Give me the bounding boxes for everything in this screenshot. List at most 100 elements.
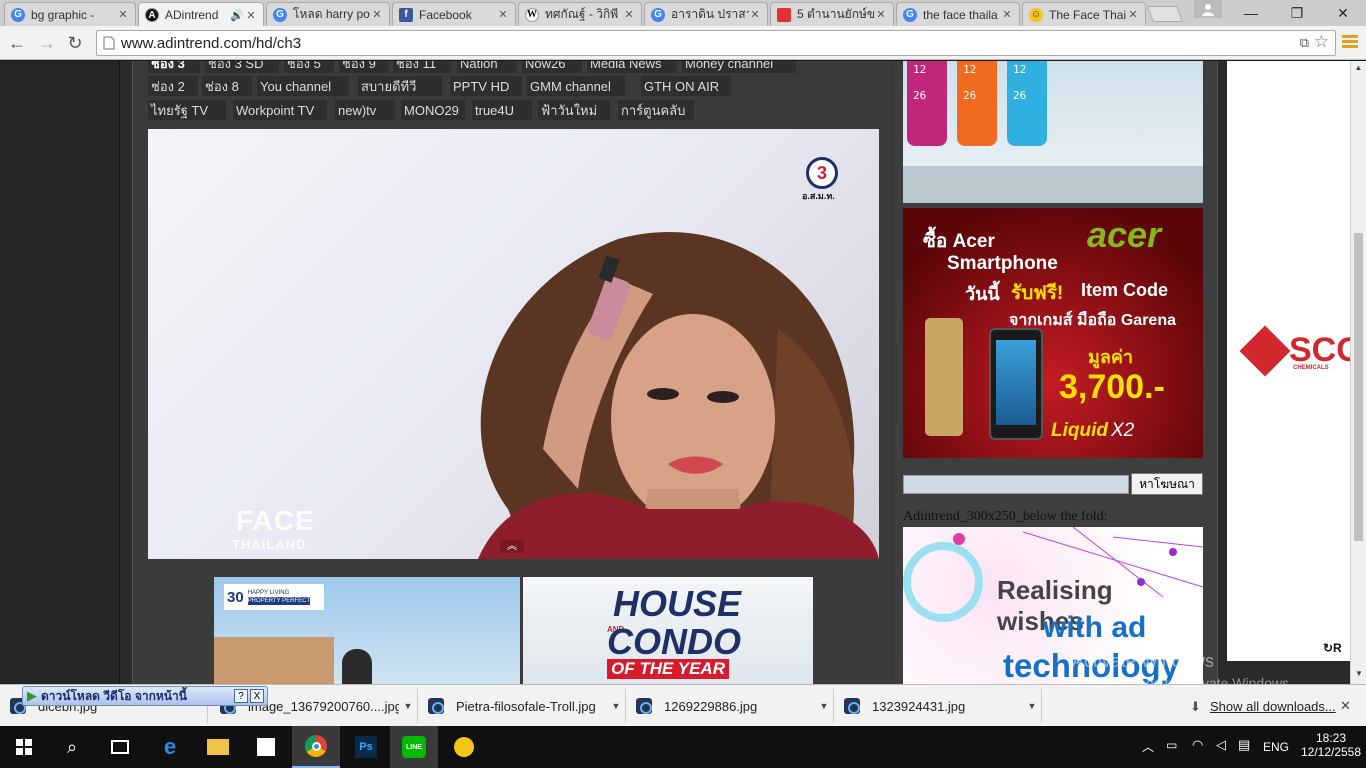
watch-ad[interactable]: 12 26 12 26 12 26 bbox=[903, 61, 1203, 203]
tab-close-icon[interactable]: ✕ bbox=[1001, 8, 1013, 21]
controls-expand-icon[interactable]: ︽ bbox=[500, 540, 524, 553]
start-button[interactable] bbox=[0, 726, 48, 768]
address-bar[interactable]: www.adintrend.com/hd/ch3 ⧉ ☆ bbox=[96, 30, 1336, 56]
download-menu-icon[interactable]: ▼ bbox=[815, 701, 833, 711]
tab-giants[interactable]: 5 ตำนานยักษ์ข ✕ bbox=[770, 2, 894, 26]
channel-money[interactable]: Money channel bbox=[682, 61, 796, 73]
download-menu-icon[interactable]: ▼ bbox=[1023, 701, 1041, 711]
tab-close-icon[interactable]: ✕ bbox=[497, 8, 509, 21]
scg-side-ad[interactable]: SCG CHEMICALS ↻R bbox=[1227, 61, 1350, 661]
play-icon: ▶ bbox=[27, 688, 37, 703]
phone-gold bbox=[925, 318, 963, 436]
tab-aladdin[interactable]: G อาราดิน ปราสา ✕ bbox=[644, 2, 768, 26]
tab-bg-graphic[interactable]: G bg graphic - ✕ bbox=[4, 2, 136, 26]
language-indicator[interactable]: ENG bbox=[1263, 740, 1289, 754]
tab-close-icon[interactable]: ✕ bbox=[371, 8, 383, 21]
channel-ch8[interactable]: ช่อง 8 bbox=[202, 76, 252, 96]
file-explorer-icon[interactable] bbox=[194, 726, 242, 768]
bookmark-star-icon[interactable]: ☆ bbox=[1314, 32, 1329, 52]
scroll-up-icon[interactable]: ▲ bbox=[1351, 63, 1366, 72]
channel-ch3[interactable]: ช่อง 3 bbox=[148, 61, 200, 73]
channel-pptv[interactable]: PPTV HD bbox=[450, 76, 522, 96]
download-video-button[interactable]: ดาวน์โหลด วีดีโอ จากหน้านี้ bbox=[41, 687, 234, 706]
task-view-icon[interactable] bbox=[96, 726, 144, 768]
channel-thairath[interactable]: ไทยรัฐ TV bbox=[148, 100, 226, 120]
ad-refresh-icon[interactable]: ↻R bbox=[1323, 641, 1342, 655]
page-scrollbar[interactable]: ▲ ▼ bbox=[1350, 61, 1366, 684]
notifications-icon[interactable]: ▤ bbox=[1238, 737, 1250, 753]
chick-app-icon[interactable] bbox=[440, 726, 488, 768]
house-condo-banner[interactable]: HOUSE AND CONDO OF THE YEAR bbox=[523, 577, 813, 684]
close-overlay-icon[interactable]: X bbox=[250, 689, 264, 703]
battery-icon[interactable]: ▭ bbox=[1166, 738, 1177, 752]
back-button[interactable]: ← bbox=[6, 32, 28, 54]
ad-search-button[interactable]: หาโฆษณา bbox=[1131, 473, 1203, 495]
translate-icon[interactable]: ⧉ bbox=[1300, 35, 1309, 51]
forward-button[interactable]: → bbox=[36, 32, 58, 54]
download-menu-icon[interactable]: ▼ bbox=[399, 701, 417, 711]
volume-icon[interactable]: ◁ bbox=[1216, 737, 1226, 753]
channel-media-news[interactable]: Media News bbox=[587, 61, 677, 73]
channel-true4u[interactable]: true4U bbox=[472, 100, 532, 120]
tab-close-icon[interactable]: ✕ bbox=[623, 8, 635, 21]
new-tab-button[interactable] bbox=[1147, 6, 1183, 22]
scrollbar-thumb[interactable] bbox=[1354, 233, 1363, 541]
tab-close-icon[interactable]: ✕ bbox=[1127, 8, 1139, 21]
maximize-button[interactable]: ❐ bbox=[1274, 0, 1320, 26]
channel-ch3-sd[interactable]: ช่อง 3 SD bbox=[205, 61, 279, 73]
channel-nation[interactable]: Nation bbox=[457, 61, 517, 73]
ad-search-input[interactable] bbox=[903, 475, 1129, 494]
channel-ch11[interactable]: ช่อง 11 bbox=[393, 61, 451, 73]
video-player[interactable]: 3 อ.ส.ม.ท. FACE THAILAND ︽ bbox=[148, 129, 879, 559]
tab-wikipedia[interactable]: W ทศกัณฐ์ - วิกิพี ✕ bbox=[518, 2, 642, 26]
tab-close-icon[interactable]: ✕ bbox=[875, 8, 887, 21]
download-item-3[interactable]: Pietra-filosofale-Troll.jpg ▼ bbox=[420, 689, 626, 723]
channel-now26[interactable]: Now26 bbox=[522, 61, 582, 73]
channel-you[interactable]: You channel bbox=[257, 76, 349, 96]
reload-icon: ↻ bbox=[67, 32, 83, 53]
reload-button[interactable]: ↻ bbox=[64, 32, 86, 54]
clock[interactable]: 18:23 12/12/2558 bbox=[1300, 731, 1362, 759]
scroll-down-icon[interactable]: ▼ bbox=[1351, 669, 1366, 678]
download-menu-icon[interactable]: ▼ bbox=[607, 701, 625, 711]
channel-gth[interactable]: GTH ON AIR bbox=[641, 76, 731, 96]
property-ad-banner[interactable]: 30 HAPPY LIVING PROPERTY PERFECT bbox=[214, 577, 520, 684]
channel-ch9[interactable]: ช่อง 9 bbox=[339, 61, 389, 73]
channel-workpoint[interactable]: Workpoint TV bbox=[233, 100, 327, 120]
tab-close-icon[interactable]: ✕ bbox=[117, 8, 129, 21]
acer-ad[interactable]: ซื้อ Acer acer Smartphone วันนี้ รับฟรี!… bbox=[903, 208, 1203, 458]
chrome-icon[interactable] bbox=[292, 726, 340, 768]
chrome-menu-icon[interactable] bbox=[1342, 34, 1358, 50]
tab-adintrend[interactable]: A ADintrend 🔊 ✕ bbox=[138, 2, 264, 27]
channel-newtv[interactable]: new)tv bbox=[335, 100, 395, 120]
channel-mono29[interactable]: MONO29 bbox=[401, 100, 465, 120]
tab-harry-potter[interactable]: G โหลด harry po ✕ bbox=[266, 2, 390, 26]
download-item-5[interactable]: 1323924431.jpg ▼ bbox=[836, 689, 1042, 723]
edge-icon[interactable]: e bbox=[146, 726, 194, 768]
download-item-4[interactable]: 1269229886.jpg ▼ bbox=[628, 689, 834, 723]
show-hidden-icons[interactable]: ︿ bbox=[1142, 738, 1154, 755]
photoshop-icon[interactable]: Ps bbox=[342, 726, 390, 768]
minimize-button[interactable]: — bbox=[1228, 0, 1274, 26]
line-icon[interactable]: LINE bbox=[390, 726, 438, 768]
tab-close-icon[interactable]: ✕ bbox=[245, 9, 257, 22]
channel-cartoon-club[interactable]: การ์ตูนคลับ bbox=[618, 100, 694, 120]
close-window-button[interactable]: ✕ bbox=[1320, 0, 1366, 26]
help-icon[interactable]: ? bbox=[234, 689, 248, 703]
show-all-downloads-link[interactable]: Show all downloads... bbox=[1210, 699, 1336, 714]
acer-model-suffix: X2 bbox=[1111, 420, 1135, 441]
channel-sabaidee[interactable]: สบายดีทีวี bbox=[358, 76, 442, 96]
network-icon[interactable]: ◠ bbox=[1192, 737, 1203, 753]
channel-fahwanmai[interactable]: ฟ้าวันใหม่ bbox=[538, 100, 610, 120]
channel-ch5[interactable]: ช่อง 5 bbox=[284, 61, 334, 73]
channel-ch2[interactable]: ช่อง 2 bbox=[148, 76, 198, 96]
store-icon[interactable] bbox=[242, 726, 290, 768]
tab-close-icon[interactable]: ✕ bbox=[749, 8, 761, 21]
tab-the-face-thai[interactable]: ☺ The Face Thai ✕ bbox=[1022, 2, 1146, 26]
channel-gmm[interactable]: GMM channel bbox=[527, 76, 625, 96]
close-downloads-bar-icon[interactable]: ✕ bbox=[1340, 698, 1351, 714]
tab-the-face-search[interactable]: G the face thaila ✕ bbox=[896, 2, 1020, 26]
profile-icon[interactable] bbox=[1194, 0, 1222, 18]
search-icon[interactable]: ⌕ bbox=[48, 726, 96, 768]
tab-facebook[interactable]: f Facebook ✕ bbox=[392, 2, 516, 26]
